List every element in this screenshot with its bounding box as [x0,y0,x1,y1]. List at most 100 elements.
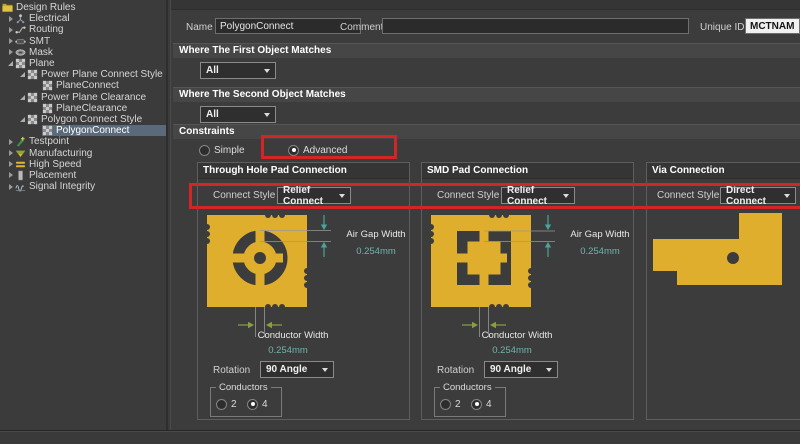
tree-item-polygonconnect-selected[interactable]: PolygonConnect [0,125,166,136]
tree-collapsed-arrow-icon[interactable] [6,161,15,167]
panel-top-strip [171,0,800,10]
unique-id-input[interactable] [745,18,800,34]
plane-rule-icon [42,80,53,91]
air-gap-width-value: 0.254mm [343,246,409,257]
radio-selected-icon[interactable] [247,399,258,410]
tree-item-high-speed[interactable]: High Speed [0,159,166,170]
radio-icon[interactable] [199,145,210,156]
tree-collapsed-arrow-icon[interactable] [6,139,15,145]
conductors-group-label: Conductors [216,382,271,393]
smd-rotation-dropdown[interactable]: 90 Angle [484,361,558,378]
conductor-width-label: Conductor Width [243,330,343,341]
tree-item-design-rules[interactable]: Design Rules [0,2,166,13]
rotation-label: Rotation [213,365,250,376]
conductors-group-label: Conductors [440,382,495,393]
plane-rule-icon [42,125,53,136]
conductor-width-label: Conductor Width [467,330,567,341]
tree-item-plane[interactable]: Plane [0,58,166,69]
tree-item-routing[interactable]: Routing [0,24,166,35]
tree-item-placement[interactable]: Placement [0,170,166,181]
air-gap-width-label: Air Gap Width [343,229,409,240]
window-bottom-strip [0,430,800,444]
air-gap-width-label: Air Gap Width [567,229,633,240]
plane-rule-icon [27,114,38,125]
tree-item-planeclearance[interactable]: PlaneClearance [0,103,166,114]
manufacturing-icon [15,148,26,159]
rotation-label: Rotation [437,365,474,376]
connect-style-label: Connect Style [657,190,719,201]
tree-item-testpoint[interactable]: Testpoint [0,136,166,147]
advanced-radio[interactable]: Advanced [288,144,347,156]
via-panel-title: Via Connection [647,163,800,179]
tree-item-smt[interactable]: SMT [0,36,166,47]
tree-collapsed-arrow-icon[interactable] [6,184,15,190]
first-match-section-header: Where The First Object Matches [173,43,800,58]
direct-connect-via-diagram [647,213,800,293]
tree-expanded-arrow-icon[interactable] [18,117,27,122]
conductors-group: Conductors 2 4 [434,387,506,417]
mask-icon [15,47,26,58]
chevron-down-icon [264,113,270,117]
tree-item-signal-integrity[interactable]: Signal Integrity [0,181,166,192]
routing-icon [15,24,26,35]
chevron-down-icon [784,194,790,198]
through-hole-pad-panel: Through Hole Pad Connection Connect Styl… [197,162,410,420]
chevron-down-icon [322,368,328,372]
radio-selected-icon[interactable] [288,145,299,156]
tree-collapsed-arrow-icon[interactable] [6,49,15,55]
conductors-2-radio[interactable]: 2 [440,398,461,410]
through-hole-rotation-dropdown[interactable]: 90 Angle [260,361,334,378]
comment-input[interactable] [382,18,689,34]
via-connection-panel: Via Connection Connect Style Direct Conn… [646,162,800,420]
smt-icon [15,36,26,47]
placement-icon [15,170,26,181]
chevron-down-icon [563,194,569,198]
tree-expanded-arrow-icon[interactable] [18,95,27,100]
smd-panel-title: SMD Pad Connection [422,163,633,179]
air-gap-width-value: 0.254mm [567,246,633,257]
through-hole-connect-style-dropdown[interactable]: Relief Connect [277,187,351,204]
constraints-section-header: Constraints [173,124,800,139]
tree-collapsed-arrow-icon[interactable] [6,16,15,22]
comment-label: Comment [340,22,383,33]
first-match-dropdown[interactable]: All [200,62,276,79]
conductors-4-radio[interactable]: 4 [471,398,492,410]
plane-rule-icon [27,92,38,103]
via-connect-style-dropdown[interactable]: Direct Connect [720,187,796,204]
tree-item-planeconnect[interactable]: PlaneConnect [0,80,166,91]
second-match-dropdown[interactable]: All [200,106,276,123]
radio-icon[interactable] [440,399,451,410]
tree-collapsed-arrow-icon[interactable] [6,172,15,178]
conductor-width-value: 0.254mm [462,345,562,356]
conductors-2-radio[interactable]: 2 [216,398,237,410]
rules-tree: Design Rules Electrical Routing SMT Mask [0,0,168,430]
smd-pad-panel: SMD Pad Connection Connect Style Relief … [421,162,634,420]
tree-collapsed-arrow-icon[interactable] [6,38,15,44]
conductors-group: Conductors 2 4 [210,387,282,417]
radio-icon[interactable] [216,399,227,410]
chevron-down-icon [264,69,270,73]
name-label: Name [186,22,213,33]
tree-item-power-plane-connect-style[interactable]: Power Plane Connect Style [0,69,166,80]
chevron-down-icon [546,368,552,372]
testpoint-icon [15,136,26,147]
tree-collapsed-arrow-icon[interactable] [6,27,15,33]
tree-expanded-arrow-icon[interactable] [18,72,27,77]
plane-rule-icon [15,58,26,69]
electrical-icon [15,13,26,24]
tree-item-polygon-connect-style[interactable]: Polygon Connect Style [0,114,166,125]
conductors-4-radio[interactable]: 4 [247,398,268,410]
signal-integrity-icon [15,181,26,192]
tree-item-electrical[interactable]: Electrical [0,13,166,24]
connect-style-label: Connect Style [213,190,275,201]
radio-selected-icon[interactable] [471,399,482,410]
simple-radio[interactable]: Simple [199,144,245,156]
tree-item-manufacturing[interactable]: Manufacturing [0,147,166,158]
plane-rule-icon [42,103,53,114]
smd-connect-style-dropdown[interactable]: Relief Connect [501,187,575,204]
conductor-width-value: 0.254mm [238,345,338,356]
tree-item-mask[interactable]: Mask [0,47,166,58]
tree-collapsed-arrow-icon[interactable] [6,150,15,156]
tree-expanded-arrow-icon[interactable] [6,61,15,66]
tree-item-power-plane-clearance[interactable]: Power Plane Clearance [0,92,166,103]
